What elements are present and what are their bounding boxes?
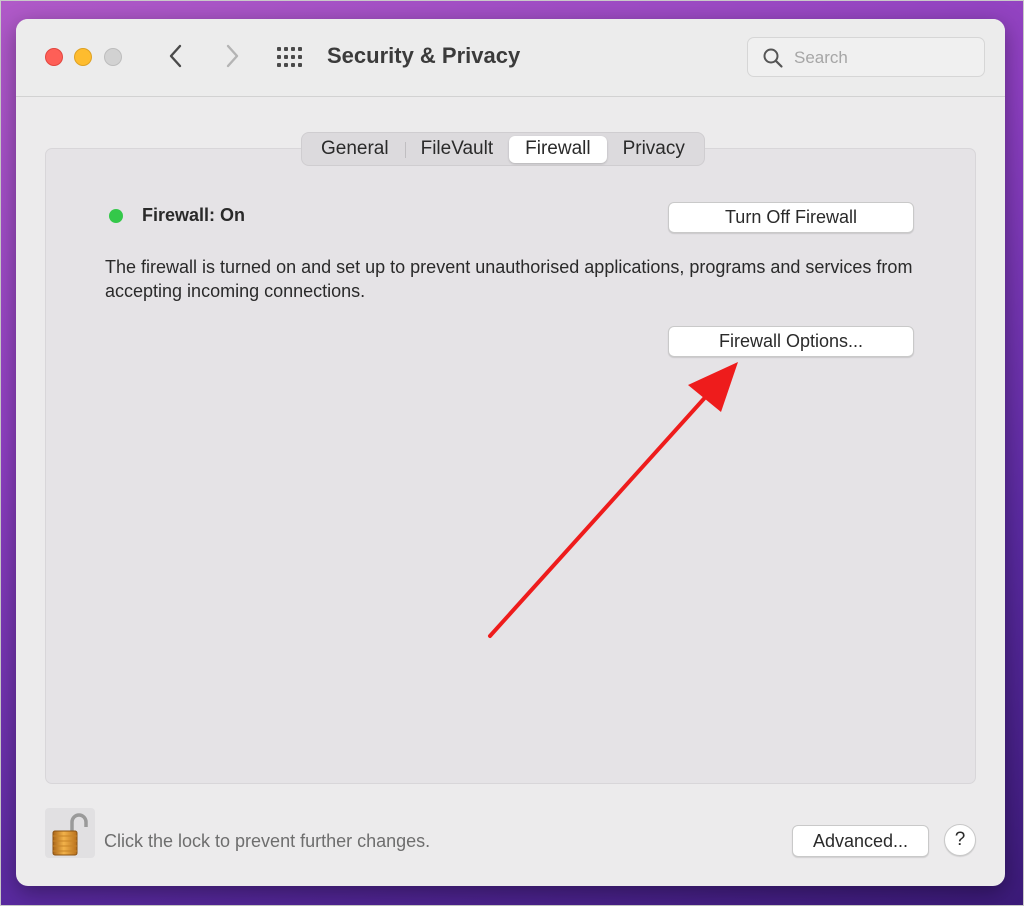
tab-bar: General FileVault Firewall Privacy [301,132,705,166]
search-icon [763,48,783,68]
forward-icon [226,44,239,68]
tab-general[interactable]: General [305,136,405,163]
back-icon [169,44,182,68]
grid-icon [277,47,302,67]
back-button[interactable] [162,41,190,71]
firewall-panel [45,148,976,784]
lock-button[interactable] [45,808,95,858]
help-button[interactable]: ? [944,824,976,856]
tab-privacy[interactable]: Privacy [607,136,701,163]
preferences-window: Security & Privacy General FileVault Fir… [16,19,1005,886]
firewall-description: The firewall is turned on and set up to … [105,257,913,301]
show-all-button[interactable] [276,46,306,68]
window-title: Security & Privacy [327,43,521,68]
search-input[interactable] [792,45,976,71]
close-button[interactable] [45,48,63,66]
forward-button[interactable] [218,41,246,71]
lock-icon [52,813,88,856]
lock-message: Click the lock to prevent further change… [104,831,431,851]
turn-off-firewall-button[interactable]: Turn Off Firewall [668,202,914,233]
tab-filevault[interactable]: FileVault [404,136,510,163]
firewall-status-indicator [109,209,123,223]
title-bar: Security & Privacy [16,19,1005,97]
tab-firewall[interactable]: Firewall [509,135,607,163]
search-field[interactable] [747,37,985,77]
minimize-button[interactable] [74,48,92,66]
firewall-status: Firewall: On [142,205,246,225]
advanced-button[interactable]: Advanced... [792,825,929,857]
zoom-button[interactable] [104,48,122,66]
firewall-options-button[interactable]: Firewall Options... [668,326,914,357]
